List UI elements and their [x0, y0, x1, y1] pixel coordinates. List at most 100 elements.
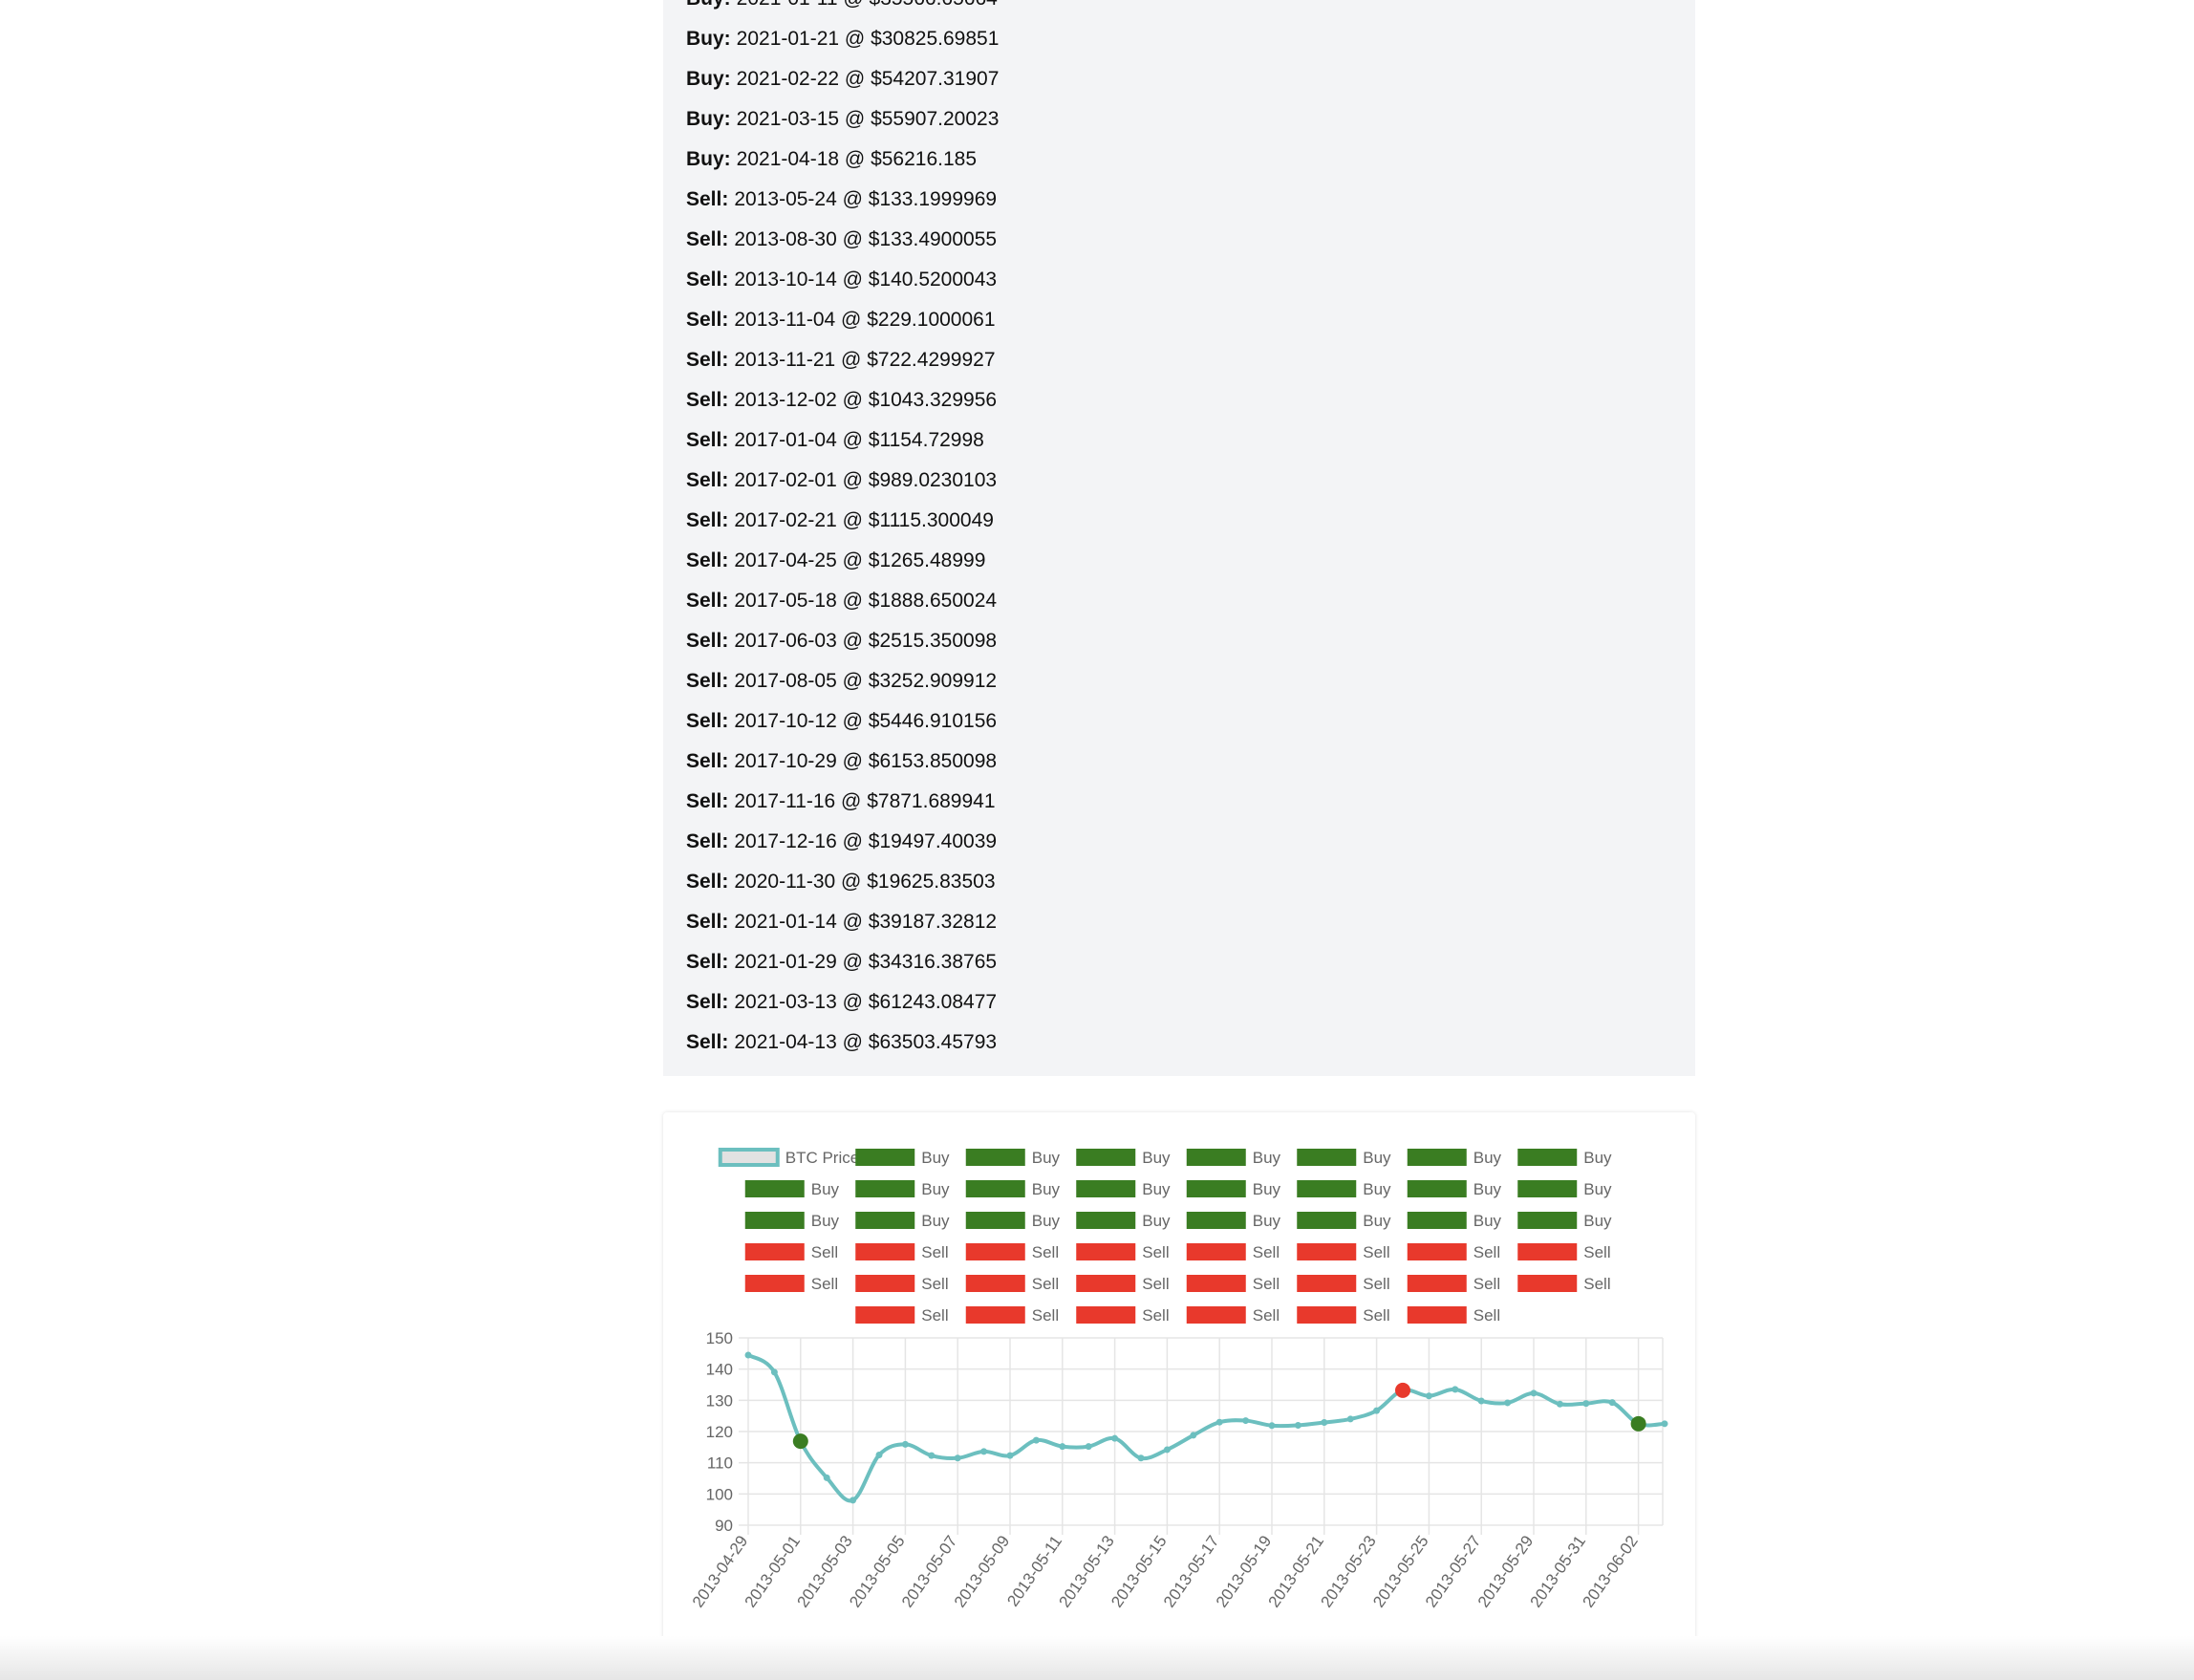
legend-swatch: [965, 1243, 1025, 1260]
legend-label: Sell: [1583, 1275, 1610, 1293]
price-point: [1661, 1420, 1668, 1428]
legend-label: Sell: [1253, 1243, 1280, 1261]
chart-card: BTC Price Buy Buy Buy Buy Buy Buy Buy Buy Buy Buy B…: [663, 1112, 1695, 1648]
legend-swatch: [1076, 1306, 1136, 1324]
legend-label: Sell: [921, 1243, 948, 1261]
signal-detail: 2013-10-14 @ $140.5200043: [734, 269, 998, 291]
legend-label: Sell: [1473, 1275, 1500, 1293]
signal-type: Buy:: [686, 68, 731, 90]
signal-type: Sell:: [686, 429, 729, 451]
price-point: [1530, 1389, 1538, 1397]
legend-swatch: [1076, 1180, 1136, 1197]
signal-detail: 2017-05-18 @ $1888.650024: [734, 590, 998, 612]
legend-swatch: [1297, 1149, 1357, 1166]
price-point: [928, 1452, 936, 1459]
legend-swatch: [1186, 1275, 1246, 1292]
signal-type: Buy:: [686, 28, 731, 50]
signal-type: Sell:: [686, 670, 729, 692]
legend-label: Buy: [1583, 1180, 1612, 1198]
legend-label: Buy: [1363, 1212, 1391, 1230]
signal-type: Sell:: [686, 790, 729, 812]
signal-type: Buy:: [686, 148, 731, 170]
signal-type: Sell:: [686, 630, 729, 652]
signal-detail: 2021-01-21 @ $30825.69851: [736, 28, 1000, 50]
signal-detail: 2021-01-11 @ $35566.65664: [737, 0, 998, 10]
legend-swatch: [1076, 1149, 1136, 1166]
legend-swatch: [1407, 1212, 1467, 1229]
signal-type: Sell:: [686, 911, 729, 933]
legend-label: Sell: [811, 1243, 838, 1261]
legend-swatch: [1076, 1212, 1136, 1229]
price-point: [1032, 1436, 1040, 1444]
legend-label: Sell: [1032, 1275, 1059, 1293]
signal-detail: 2013-11-04 @ $229.1000061: [734, 309, 996, 331]
y-tick-label: 90: [715, 1517, 733, 1535]
legend-label: Buy: [1473, 1212, 1502, 1230]
legend-swatch: [1517, 1180, 1578, 1197]
signal-line: Sell: 2017-11-16 @ $7871.689941: [686, 789, 996, 814]
legend-swatch: [1186, 1212, 1246, 1229]
legend-label: Sell: [921, 1306, 948, 1325]
legend-swatch: [965, 1149, 1025, 1166]
signal-line: Sell: 2013-08-30 @ $133.4900055: [686, 227, 997, 252]
signal-detail: 2021-04-18 @ $56216.185: [736, 148, 978, 170]
signal-line: Sell: 2013-05-24 @ $133.1999969: [686, 187, 997, 212]
legend-swatch: [1297, 1243, 1357, 1260]
price-point: [1215, 1418, 1223, 1426]
signal-detail: 2021-01-29 @ $34316.38765: [734, 951, 998, 973]
price-point: [1504, 1399, 1512, 1407]
btc-price-chart: BTC Price Buy Buy Buy Buy Buy Buy Buy Buy Buy Buy B…: [689, 1148, 1668, 1611]
legend-label: Sell: [811, 1275, 838, 1293]
legend-swatch: [744, 1212, 805, 1229]
legend-swatch: [1517, 1275, 1578, 1292]
price-point: [744, 1351, 752, 1359]
legend-label: Sell: [1473, 1243, 1500, 1261]
legend-label: Sell: [1363, 1243, 1389, 1261]
legend-label: Sell: [1142, 1275, 1169, 1293]
signal-line: Sell: 2021-04-13 @ $63503.45793: [686, 1030, 997, 1055]
legend-label: Buy: [921, 1180, 950, 1198]
signal-line: Sell: 2017-06-03 @ $2515.350098: [686, 629, 997, 654]
legend-label: Sell: [1583, 1243, 1610, 1261]
signal-detail: 2013-12-02 @ $1043.329956: [734, 389, 998, 411]
legend-label: Sell: [921, 1275, 948, 1293]
legend-swatch: [965, 1275, 1025, 1292]
signal-detail: 2017-02-21 @ $1115.300049: [734, 509, 994, 531]
signal-detail: 2013-05-24 @ $133.1999969: [734, 188, 998, 210]
signal-line: Sell: 2013-12-02 @ $1043.329956: [686, 388, 997, 413]
legend-swatch: [855, 1243, 915, 1260]
legend-swatch: [1517, 1212, 1578, 1229]
signal-line: Sell: 2020-11-30 @ $19625.83503: [686, 870, 996, 894]
legend-label: Buy: [1363, 1149, 1391, 1167]
legend-label: Buy: [1363, 1180, 1391, 1198]
signal-line: Buy: 2021-01-11 @ $35566.65664: [686, 0, 998, 11]
price-point: [1294, 1421, 1301, 1429]
bottom-edge: [0, 1636, 2194, 1680]
legend-label: BTC Price: [785, 1149, 859, 1167]
legend-label: Sell: [1363, 1275, 1389, 1293]
price-point: [1477, 1397, 1485, 1405]
signal-detail: 2021-04-13 @ $63503.45793: [734, 1031, 998, 1053]
legend-swatch: [855, 1149, 915, 1166]
signal-type: Sell:: [686, 750, 729, 772]
y-tick-label: 120: [706, 1423, 733, 1441]
price-point: [1111, 1434, 1119, 1442]
signal-line: Sell: 2013-11-04 @ $229.1000061: [686, 308, 996, 333]
price-point: [1268, 1422, 1276, 1430]
signal-detail: 2017-06-03 @ $2515.350098: [734, 630, 998, 652]
signal-type: Sell:: [686, 710, 729, 732]
legend-label: Sell: [1032, 1243, 1059, 1261]
price-point: [1452, 1386, 1459, 1393]
legend-swatch: [1517, 1243, 1578, 1260]
price-point: [1085, 1443, 1092, 1451]
signal-type: Sell:: [686, 309, 729, 331]
signal-line: Sell: 2021-03-13 @ $61243.08477: [686, 990, 997, 1015]
signal-detail: 2017-10-12 @ $5446.910156: [734, 710, 998, 732]
signal-detail: 2021-01-14 @ $39187.32812: [734, 911, 998, 933]
signal-type: Sell:: [686, 228, 729, 250]
legend-swatch: [1407, 1306, 1467, 1324]
y-tick-label: 140: [706, 1361, 733, 1379]
price-point: [954, 1454, 961, 1462]
price-point: [1608, 1399, 1616, 1407]
price-point: [1137, 1454, 1145, 1462]
